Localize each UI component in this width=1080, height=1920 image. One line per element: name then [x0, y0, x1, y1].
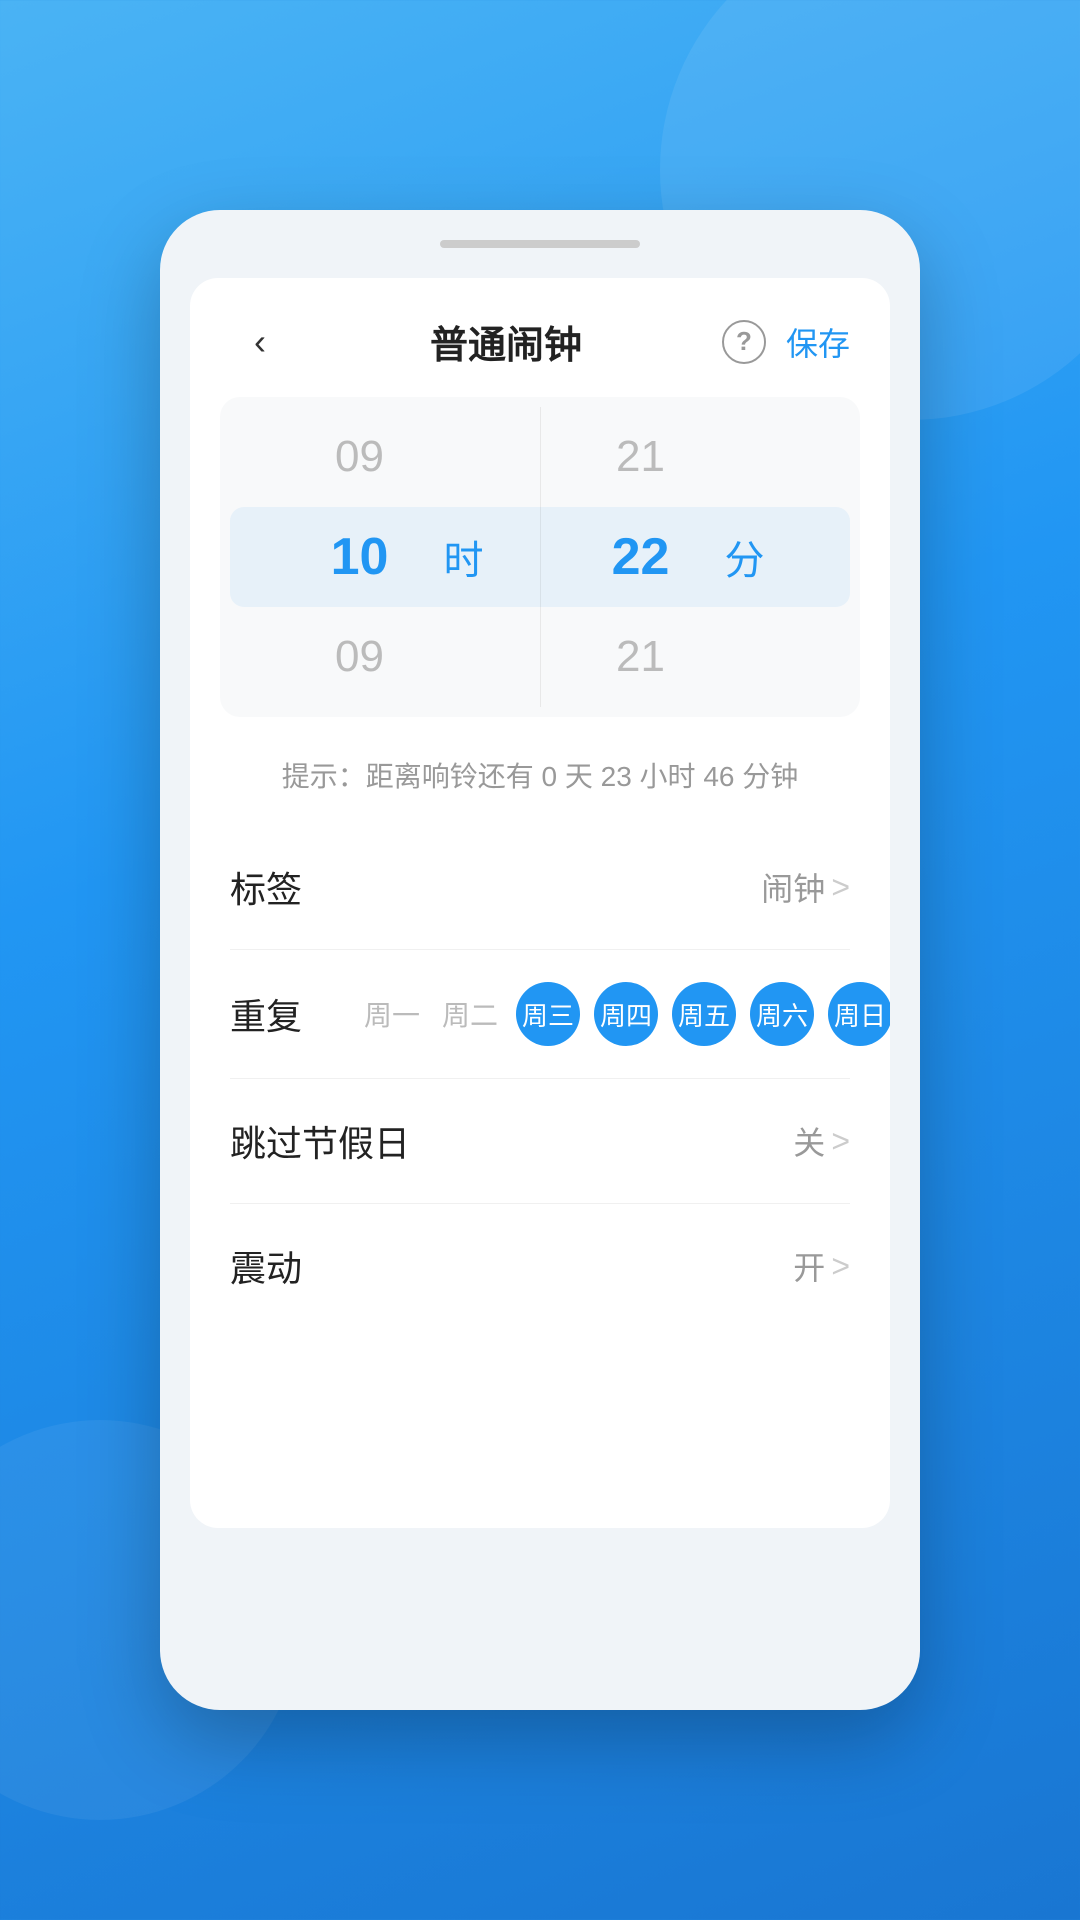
minute-column[interactable]: 21 22 21 [561, 407, 721, 707]
day-周日[interactable]: 周日 [828, 982, 890, 1046]
vibrate-value: 开 > [793, 1243, 850, 1289]
label-value-text: 闹钟 [761, 864, 825, 910]
hint-text: 提示：距离响铃还有 0 天 23 小时 46 分钟 [190, 737, 890, 825]
label-chevron-icon: > [831, 869, 850, 906]
time-picker[interactable]: 09 10 09 时 21 22 21 [220, 397, 860, 717]
minute-label-active: 分 [721, 507, 765, 607]
label-row[interactable]: 标签 闹钟 > [230, 825, 850, 950]
minute-above: 21 [561, 407, 721, 507]
phone-shell: ‹ 普通闹钟 ? 保存 09 10 09 时 [160, 210, 920, 1710]
hour-label-below [440, 607, 444, 707]
holiday-value-text: 关 [793, 1118, 825, 1164]
day-周一[interactable]: 周一 [360, 982, 424, 1046]
holiday-chevron-icon: > [831, 1123, 850, 1160]
vibrate-value-text: 开 [793, 1243, 825, 1289]
header-actions: ? 保存 [722, 319, 850, 365]
hour-label-col: 时 [440, 407, 520, 707]
settings-list: 标签 闹钟 > 重复 周一周二周三周四周五周六周日 跳过节假日 关 > [190, 825, 890, 1328]
hour-active: 10 [280, 507, 440, 607]
day-周六[interactable]: 周六 [750, 982, 814, 1046]
hour-below: 09 [280, 607, 440, 707]
vibrate-row[interactable]: 震动 开 > [230, 1204, 850, 1328]
back-button[interactable]: ‹ [230, 321, 290, 363]
label-setting-value: 闹钟 > [761, 864, 850, 910]
holiday-value: 关 > [793, 1118, 850, 1164]
phone-top-bar [440, 240, 640, 248]
day-周三[interactable]: 周三 [516, 982, 580, 1046]
hour-label-active: 时 [440, 507, 484, 607]
picker-columns: 09 10 09 时 21 22 21 [220, 407, 860, 707]
day-周二[interactable]: 周二 [438, 982, 502, 1046]
vibrate-label: 震动 [230, 1240, 302, 1292]
save-button[interactable]: 保存 [786, 319, 850, 365]
spacer [190, 1328, 890, 1528]
repeat-row: 重复 周一周二周三周四周五周六周日 [230, 950, 850, 1079]
repeat-label: 重复 [230, 988, 330, 1040]
minute-active: 22 [561, 507, 721, 607]
minute-label-below [721, 607, 725, 707]
main-card: ‹ 普通闹钟 ? 保存 09 10 09 时 [190, 278, 890, 1528]
picker-divider [540, 407, 541, 707]
holiday-label: 跳过节假日 [230, 1115, 410, 1167]
hour-above: 09 [280, 407, 440, 507]
days-container: 周一周二周三周四周五周六周日 [360, 982, 890, 1046]
help-icon[interactable]: ? [722, 320, 766, 364]
vibrate-chevron-icon: > [831, 1248, 850, 1285]
minute-label-above [721, 407, 725, 507]
label-setting-label: 标签 [230, 861, 302, 913]
day-周四[interactable]: 周四 [594, 982, 658, 1046]
header: ‹ 普通闹钟 ? 保存 [190, 278, 890, 397]
hour-column[interactable]: 09 10 09 [280, 407, 440, 707]
minute-below: 21 [561, 607, 721, 707]
minute-label-col: 分 [721, 407, 801, 707]
day-周五[interactable]: 周五 [672, 982, 736, 1046]
holiday-row[interactable]: 跳过节假日 关 > [230, 1079, 850, 1204]
hour-label-above [440, 407, 444, 507]
page-title: 普通闹钟 [430, 314, 582, 369]
